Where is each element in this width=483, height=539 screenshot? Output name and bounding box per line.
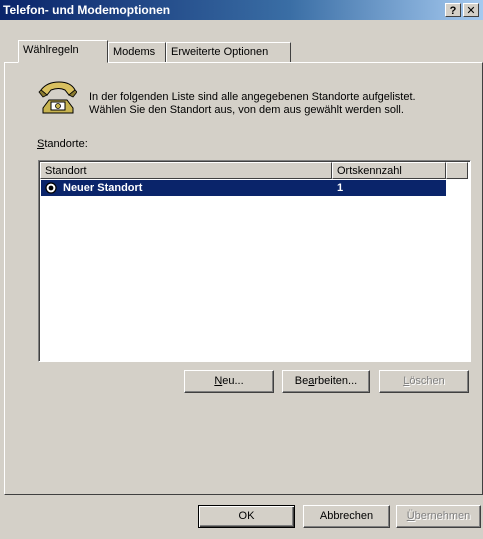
location-name: Neuer Standort (63, 182, 143, 194)
tab-erweiterte-optionen[interactable]: Erweiterte Optionen (166, 42, 291, 62)
tab-modems[interactable]: Modems (108, 42, 166, 62)
column-header-standort[interactable]: Standort (40, 162, 332, 179)
locations-label: Standorte: (37, 138, 88, 150)
column-header-ortskennzahl[interactable]: Ortskennzahl (332, 162, 446, 179)
locations-list[interactable]: Standort Ortskennzahl Neuer Standort 1 (38, 160, 471, 362)
intro-line-2: Wählen Sie den Standort aus, von dem aus… (89, 104, 404, 116)
column-header-filler (446, 162, 468, 179)
cancel-button[interactable]: Abbrechen (303, 505, 390, 528)
help-button[interactable]: ? (445, 3, 461, 17)
close-button[interactable]: ✕ (463, 3, 479, 17)
location-area-code: 1 (337, 182, 344, 194)
window-title: Telefon- und Modemoptionen (3, 3, 171, 17)
title-bar: Telefon- und Modemoptionen ? ✕ (0, 0, 483, 20)
delete-button[interactable]: Löschen (379, 370, 469, 393)
intro-line-1: In der folgenden Liste sind alle angegeb… (89, 91, 416, 103)
list-item[interactable]: Neuer Standort 1 (41, 180, 446, 196)
new-button[interactable]: Neu... (184, 370, 274, 393)
edit-button[interactable]: Bearbeiten... (282, 370, 370, 393)
close-icon: ✕ (466, 5, 476, 17)
tab-waehlregeln[interactable]: Wählregeln (18, 40, 108, 63)
ok-button[interactable]: OK (198, 505, 295, 528)
apply-button[interactable]: Übernehmen (396, 505, 481, 528)
current-location-icon (45, 182, 57, 194)
telephone-icon (38, 81, 77, 114)
